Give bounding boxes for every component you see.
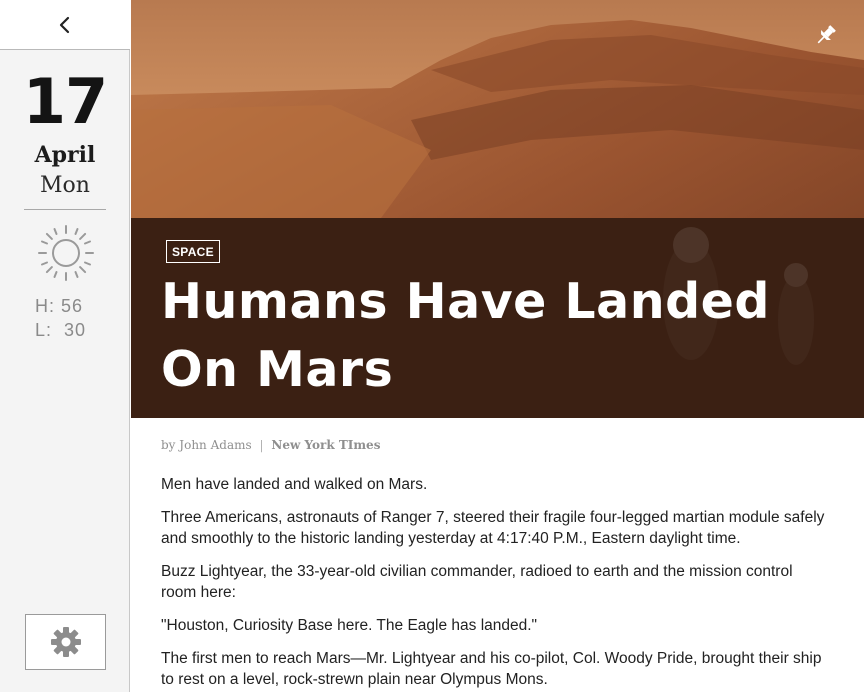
temp-low-label: L: [35,320,53,340]
author-name: John Adams [179,438,252,452]
category-tag[interactable]: SPACE [166,240,220,263]
temp-low-value: 30 [64,320,87,340]
temperature-range: H: 56 L: 30 [35,294,86,342]
article-body: Men have landed and walked on Mars. Thre… [161,474,831,692]
sidebar: 17 April Mon H: 56 L: 30 [0,0,130,692]
source-link[interactable]: New York TImes [271,438,380,452]
sun-icon [38,225,94,281]
date-day: 17 [22,65,108,138]
article-paragraph: Buzz Lightyear, the 33-year-old civilian… [161,563,793,601]
chevron-left-icon [59,16,70,33]
date-weekday: Mon [40,173,90,198]
app: 17 April Mon H: 56 L: 30 SPACE Humans Ha… [0,0,864,692]
settings-button[interactable] [25,614,106,670]
article-paragraph: Men have landed and walked on Mars. [161,476,428,493]
sidebar-divider [24,209,106,210]
article-headline: Humans Have Landed On Mars [161,273,770,398]
byline-prefix: by [161,438,176,452]
byline-separator: | [259,438,264,452]
temp-high-row: H: 56 [35,294,86,318]
byline: by John Adams | New York TImes [161,437,380,453]
temp-low-row: L: 30 [35,318,86,342]
temp-high-label: H: [35,296,55,316]
temp-high-value: 56 [61,296,84,316]
pin-icon[interactable] [813,22,839,48]
article-paragraph: "Houston, Curiosity Base here. The Eagle… [161,617,538,634]
article-paragraph: Three Americans, astronauts of Ranger 7,… [161,509,825,547]
gear-icon [50,627,81,657]
back-button[interactable] [0,0,130,50]
date-month: April [34,142,96,168]
hero-image: SPACE Humans Have Landed On Mars [131,0,864,418]
article-paragraph: The first men to reach Mars—Mr. Lightyea… [161,650,822,688]
